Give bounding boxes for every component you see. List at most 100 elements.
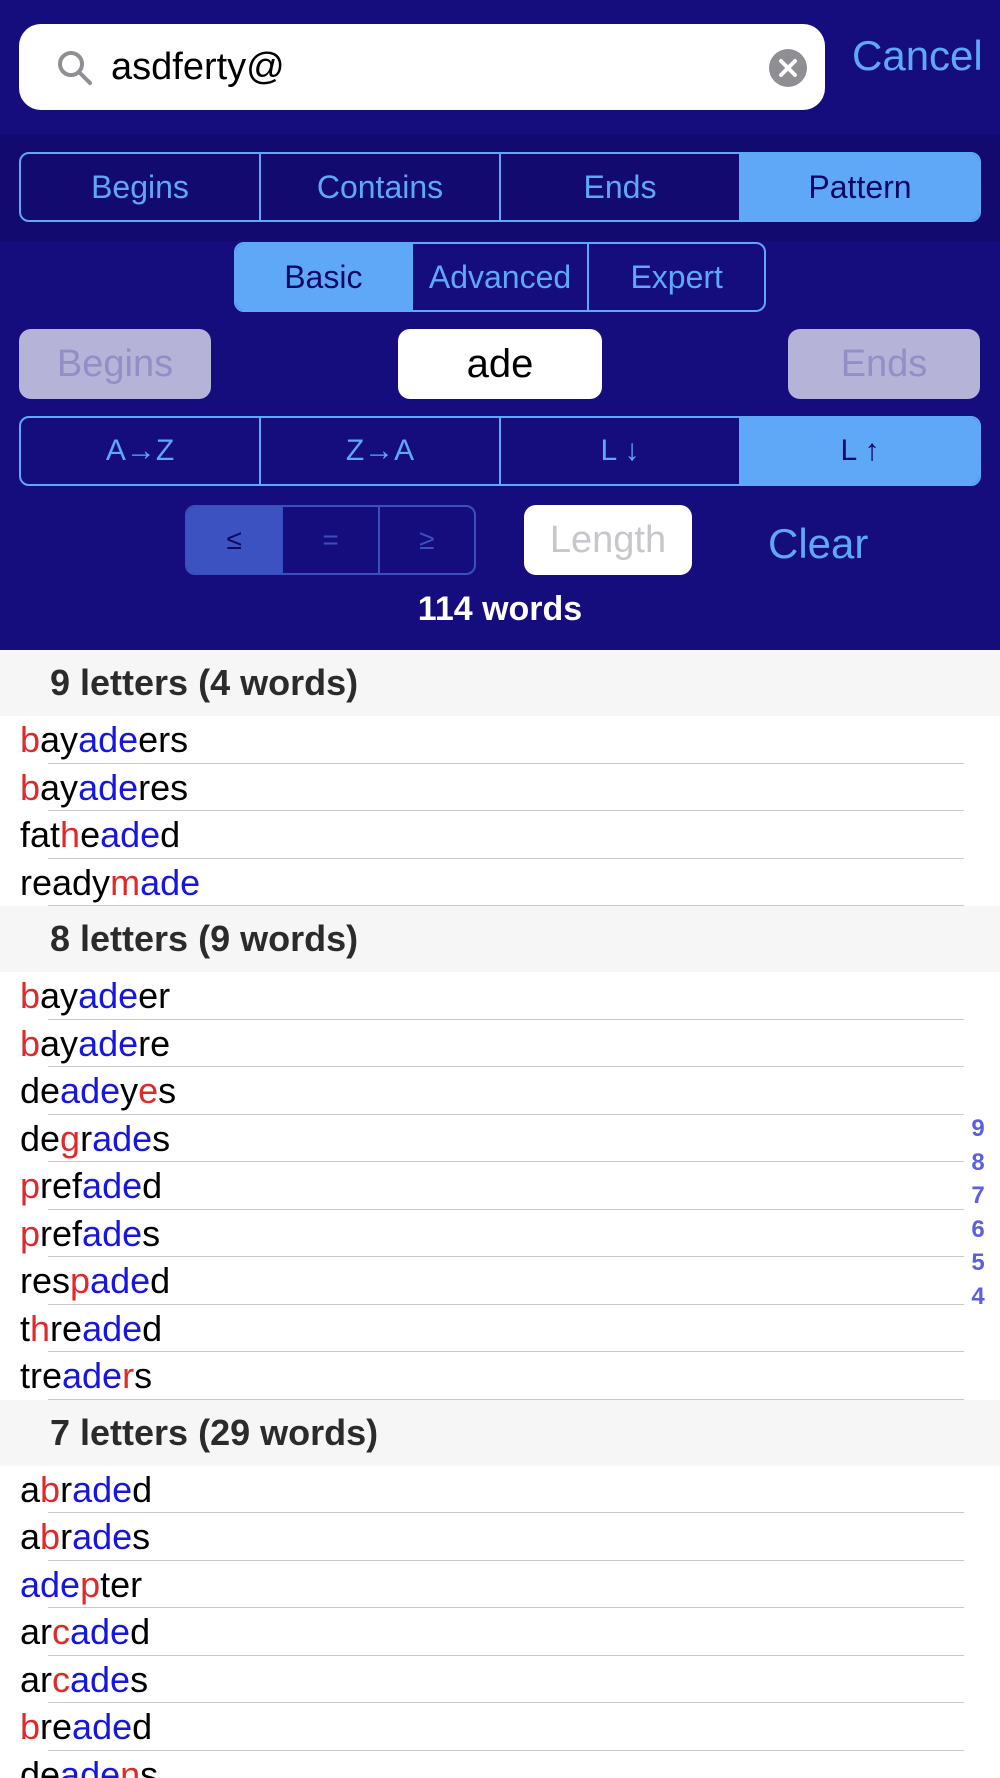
word-row[interactable]: arcaded	[0, 1608, 1000, 1656]
word-segment: ay	[40, 1022, 79, 1064]
word-row[interactable]: readymade	[0, 859, 1000, 906]
word-row[interactable]: adepter	[0, 1561, 1000, 1608]
word-segment: de	[20, 1753, 61, 1778]
word-segment: n	[120, 1753, 141, 1778]
word-segment: a	[20, 1516, 41, 1557]
word-segment: ade	[90, 1260, 151, 1301]
word-segment: res	[138, 766, 189, 808]
begins-button[interactable]: Begins	[19, 329, 211, 399]
word-row[interactable]: abraded	[0, 1466, 1000, 1513]
word-segment: tre	[20, 1355, 63, 1396]
word-text: prefades	[20, 1213, 160, 1254]
word-text: abrades	[20, 1516, 150, 1557]
word-segment: ref	[40, 1212, 83, 1254]
word-segment: r	[60, 1468, 73, 1510]
length-op-1[interactable]: =	[283, 507, 380, 573]
word-row[interactable]: threaded	[0, 1305, 1000, 1352]
index-item[interactable]: 4	[966, 1280, 990, 1314]
sort-tab-1[interactable]: Z→A	[261, 418, 501, 484]
word-row[interactable]: fatheaded	[0, 811, 1000, 859]
word-segment: ar	[20, 1658, 53, 1700]
word-row[interactable]: respaded	[0, 1257, 1000, 1305]
word-segment: ade	[70, 1611, 131, 1652]
index-item[interactable]: 6	[966, 1213, 990, 1247]
mode-tab-0[interactable]: Begins	[21, 154, 261, 220]
mode-tab-2[interactable]: Ends	[501, 154, 741, 220]
word-text: readymade	[20, 862, 200, 903]
word-segment: ay	[40, 719, 79, 760]
word-text: degrades	[20, 1118, 170, 1159]
word-row[interactable]: breaded	[0, 1703, 1000, 1751]
index-item[interactable]: 5	[966, 1246, 990, 1280]
word-row[interactable]: bayadere	[0, 1020, 1000, 1067]
clear-search-icon[interactable]	[769, 49, 807, 87]
word-segment: ade	[82, 1165, 143, 1206]
word-segment: er	[138, 975, 171, 1016]
word-segment: s	[140, 1753, 159, 1778]
word-text: deadeyes	[20, 1070, 176, 1111]
word-row[interactable]: abrades	[0, 1513, 1000, 1561]
index-item[interactable]: 9	[966, 1112, 990, 1146]
word-segment: d	[132, 1706, 153, 1747]
pattern-input[interactable]: ade	[398, 329, 602, 399]
word-segment: b	[20, 766, 41, 808]
word-segment: y	[120, 1070, 139, 1111]
mode-tab-1[interactable]: Contains	[261, 154, 501, 220]
word-segment: ade	[72, 1468, 133, 1510]
word-segment: p	[20, 1212, 41, 1254]
word-row[interactable]: arcades	[0, 1656, 1000, 1703]
cancel-button[interactable]: Cancel	[852, 32, 983, 80]
length-input[interactable]: Length	[524, 505, 692, 575]
length-operator-tabs: ≤ = ≥	[185, 505, 476, 575]
level-tab-1[interactable]: Advanced	[413, 244, 590, 310]
word-row[interactable]: bayadeer	[0, 972, 1000, 1020]
clear-button[interactable]: Clear	[768, 520, 868, 568]
length-op-2[interactable]: ≥	[380, 507, 474, 573]
word-list[interactable]: 9 letters (4 words) bayadeers bayaderes fat…	[0, 650, 1000, 1778]
word-segment: ref	[40, 1165, 83, 1206]
word-row[interactable]: deadeyes	[0, 1067, 1000, 1115]
word-segment: d	[130, 1611, 151, 1652]
word-row[interactable]: prefaded	[0, 1162, 1000, 1210]
word-segment: e	[80, 814, 101, 855]
ends-button[interactable]: Ends	[788, 329, 980, 399]
word-row[interactable]: bayadeers	[0, 716, 1000, 764]
word-row[interactable]: bayaderes	[0, 764, 1000, 811]
section-index[interactable]: 987654	[966, 1112, 990, 1314]
index-item[interactable]: 8	[966, 1146, 990, 1180]
sort-tab-3[interactable]: L ↑	[741, 418, 979, 484]
word-text: fatheaded	[20, 814, 180, 855]
mode-tab-3[interactable]: Pattern	[741, 154, 979, 220]
word-segment: d	[150, 1260, 171, 1301]
sort-tab-2[interactable]: L ↓	[501, 418, 741, 484]
word-text: treaders	[20, 1355, 152, 1396]
search-bar[interactable]: asdferty@	[19, 24, 825, 110]
word-segment: a	[20, 1468, 41, 1510]
length-op-0[interactable]: ≤	[187, 507, 284, 573]
index-item[interactable]: 7	[966, 1179, 990, 1213]
word-segment: h	[30, 1307, 51, 1349]
word-row[interactable]: deadens	[0, 1751, 1000, 1778]
search-input[interactable]: asdferty@	[111, 24, 285, 110]
word-segment: ade	[78, 975, 139, 1016]
word-segment: ade	[60, 1753, 121, 1778]
word-text: breaded	[20, 1706, 152, 1747]
word-segment: ready	[20, 861, 111, 903]
word-segment: g	[60, 1117, 81, 1159]
word-text: bayadere	[20, 1023, 170, 1064]
level-tab-0[interactable]: Basic	[236, 244, 413, 310]
word-text: arcaded	[20, 1611, 150, 1652]
word-segment: de	[20, 1070, 61, 1111]
word-row[interactable]: prefades	[0, 1210, 1000, 1257]
word-row[interactable]: treaders	[0, 1352, 1000, 1400]
word-segment: ade	[60, 1070, 121, 1111]
sort-tab-0[interactable]: A→Z	[21, 418, 261, 484]
word-segment: s	[158, 1070, 177, 1111]
word-text: prefaded	[20, 1165, 162, 1206]
section-header: 7 letters (29 words)	[0, 1399, 1000, 1466]
word-text: bayaderes	[20, 767, 188, 808]
word-row[interactable]: degrades	[0, 1115, 1000, 1162]
word-text: arcades	[20, 1659, 148, 1700]
word-segment: s	[142, 1212, 161, 1254]
level-tab-2[interactable]: Expert	[589, 244, 764, 310]
